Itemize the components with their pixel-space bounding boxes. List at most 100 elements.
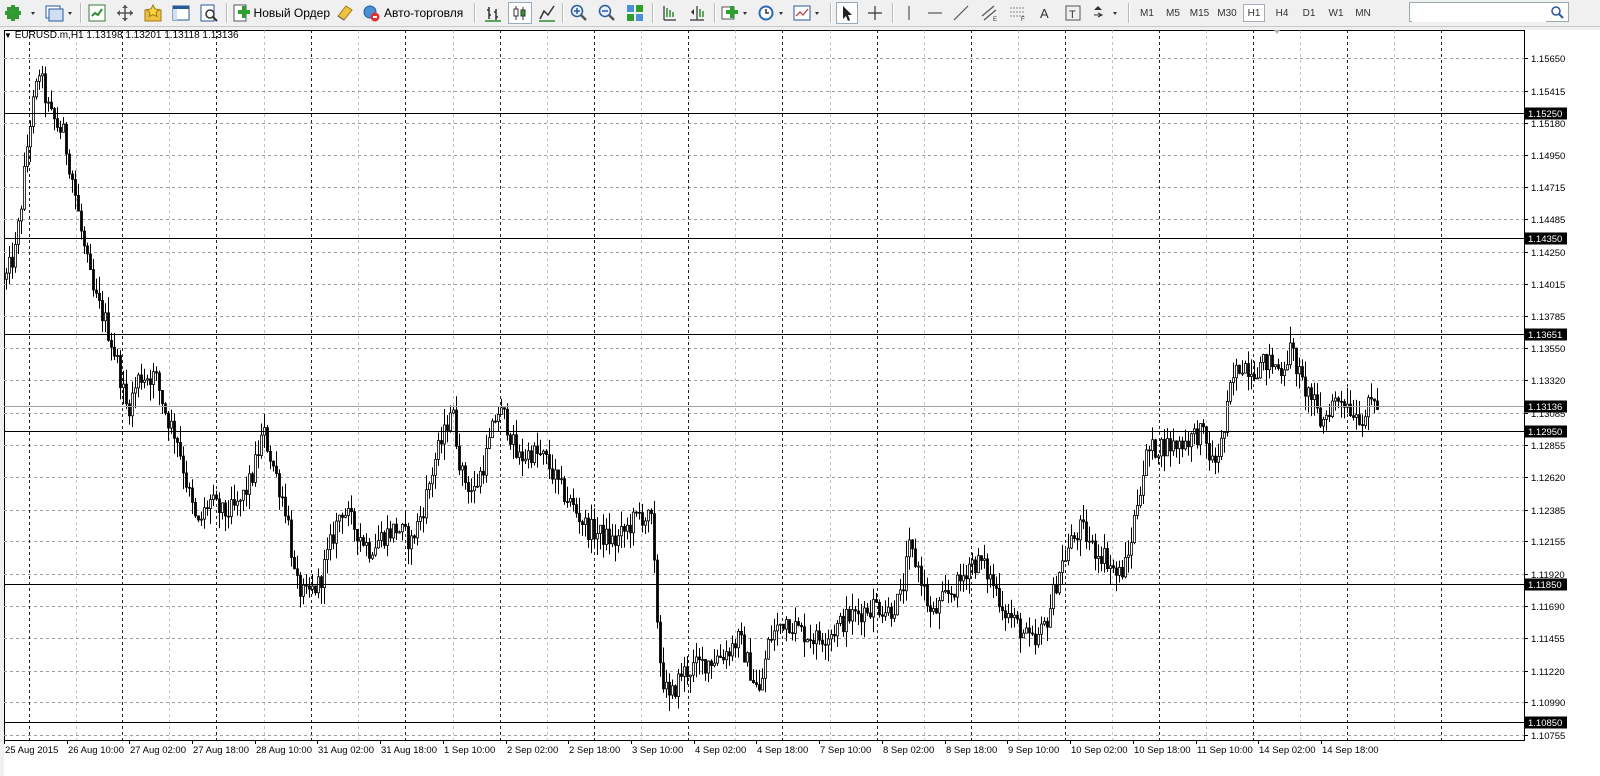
candle-body	[854, 609, 857, 612]
candle-body	[413, 535, 416, 539]
new-order-button[interactable]: Новый Ордер	[232, 2, 330, 24]
timeframe-m30-button[interactable]: M30	[1215, 4, 1239, 22]
candle-body	[1301, 366, 1304, 378]
cursor-tool-button[interactable]	[836, 2, 858, 24]
templates-button[interactable]	[792, 2, 824, 24]
candle-body	[1253, 373, 1256, 380]
chart-window[interactable]: 1.15650 1.15415 1.15180 1.14950 1.14715 1.144…	[4, 30, 1600, 776]
equidistant-channel-tool-button[interactable]: E	[978, 2, 1000, 24]
candle-body	[968, 563, 971, 580]
text-label-tool-button[interactable]: T	[1062, 2, 1084, 24]
crosshair-tool-button[interactable]	[864, 2, 886, 24]
timeframe-m1-button[interactable]: M1	[1136, 4, 1158, 22]
metaeditor-button[interactable]	[334, 2, 356, 24]
candle-body	[284, 496, 287, 517]
timeframe-d1-button[interactable]: D1	[1297, 4, 1321, 22]
candle-body	[215, 494, 218, 500]
candle-body	[680, 673, 683, 677]
timeframe-m5-button[interactable]: M5	[1162, 4, 1184, 22]
candle-body	[101, 300, 104, 322]
strategy-tester-button[interactable]	[198, 2, 220, 24]
tile-windows-button[interactable]	[624, 2, 646, 24]
favorites-button[interactable]	[142, 2, 164, 24]
x-tick-label: 10 Sep 02:00	[1071, 745, 1128, 756]
candle-body	[743, 634, 746, 663]
candle-body	[920, 565, 923, 587]
horizontal-line-tool-button[interactable]	[924, 2, 946, 24]
candle-body	[173, 420, 176, 439]
candle-body	[599, 524, 602, 534]
timeframe-mn-button[interactable]: MN	[1351, 4, 1375, 22]
candle-body	[1220, 437, 1223, 457]
auto-scroll-button[interactable]	[686, 2, 708, 24]
candle-body	[761, 677, 764, 691]
candle-body	[335, 520, 338, 544]
timeframe-h4-button[interactable]: H4	[1270, 4, 1294, 22]
trendline-tool-button[interactable]	[950, 2, 972, 24]
candle-body	[566, 501, 569, 503]
candle-body	[17, 220, 20, 245]
candle-body	[932, 608, 935, 612]
level-price-label: 1.12950	[1528, 427, 1562, 438]
new-chart-button[interactable]	[4, 2, 40, 24]
candle-body	[206, 507, 209, 510]
x-tick-label: 31 Aug 18:00	[381, 745, 437, 756]
candle-body	[794, 621, 797, 634]
auto-trading-button[interactable]: Авто-торговля	[362, 2, 466, 24]
x-tick-label: 27 Aug 18:00	[193, 745, 249, 756]
fibonacci-tool-button[interactable]: F	[1006, 2, 1028, 24]
candle-body	[791, 632, 794, 635]
candle-body	[1109, 565, 1112, 569]
auto-trading-label: Авто-торговля	[384, 6, 464, 20]
timeframe-m15-button[interactable]: M15	[1186, 4, 1213, 22]
star-folder-icon	[144, 4, 162, 22]
search-input[interactable]	[1412, 4, 1546, 22]
candle-body	[239, 499, 242, 502]
timeframe-w1-button[interactable]: W1	[1325, 4, 1347, 22]
symbol-label: EURUSD.m,H1	[14, 30, 84, 41]
zoom-out-button[interactable]	[596, 2, 618, 24]
candle-body	[1325, 414, 1328, 420]
periods-button[interactable]	[756, 2, 788, 24]
bar-chart-button[interactable]	[482, 2, 504, 24]
candle-body	[320, 576, 323, 589]
candle-body	[722, 657, 725, 661]
arrows-tool-button[interactable]	[1090, 2, 1122, 24]
indicators-button[interactable]	[720, 2, 752, 24]
line-chart-button[interactable]	[536, 2, 558, 24]
candle-body	[1076, 538, 1079, 541]
vertical-line-tool-button[interactable]	[898, 2, 920, 24]
candle-body	[113, 346, 116, 357]
candlestick-chart-button[interactable]	[508, 2, 532, 24]
search-icon[interactable]	[1550, 5, 1564, 19]
search-box[interactable]	[1409, 2, 1569, 22]
toolbar-separator	[562, 3, 564, 23]
candle-body	[755, 682, 758, 685]
chart-shift-button[interactable]	[658, 2, 680, 24]
timeframe-h1-button[interactable]: H1	[1243, 4, 1265, 22]
profiles-button[interactable]	[44, 2, 76, 24]
candle-body	[1082, 519, 1085, 523]
candle-body	[614, 535, 617, 546]
chart-menu-arrow-icon[interactable]: ▼	[4, 31, 12, 40]
candle-body	[1118, 566, 1121, 576]
candle-body	[305, 584, 308, 587]
new-order-label: Новый Ордер	[253, 6, 330, 20]
market-watch-button[interactable]	[86, 2, 108, 24]
zoom-in-button[interactable]	[568, 2, 590, 24]
candle-body	[560, 478, 563, 481]
candle-body	[470, 490, 473, 493]
candle-body	[1187, 440, 1190, 448]
terminal-button[interactable]	[170, 2, 192, 24]
candle-body	[1022, 632, 1025, 639]
candle-body	[1172, 440, 1175, 452]
candle-body	[989, 574, 992, 580]
text-tool-button[interactable]: A	[1034, 2, 1056, 24]
candle-body	[386, 528, 389, 546]
candle-body	[524, 458, 527, 462]
candle-body	[1037, 633, 1040, 646]
candle-body	[1280, 368, 1283, 377]
price-chart[interactable]: 1.15650 1.15415 1.15180 1.14950 1.14715 1.144…	[4, 30, 1600, 776]
candle-body	[1241, 372, 1244, 375]
navigator-button[interactable]	[114, 2, 136, 24]
